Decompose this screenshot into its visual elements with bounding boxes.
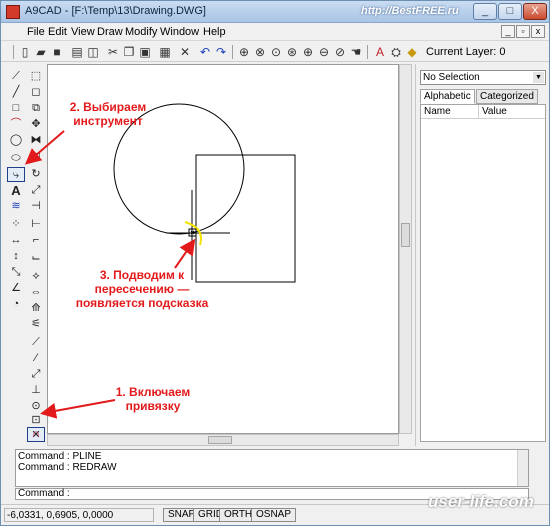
annotation-step-3: 3. Подводим к пересечению — появляется п… [75,268,209,310]
annotation-step-2: 2. Выбираем инструмент [69,100,147,128]
annotation-arrow-intersection [174,238,196,269]
annotation-step-1: 1. Включаем привязку [115,385,191,413]
bottom-watermark: user-life.com [428,492,534,511]
drawn-rectangle [195,154,296,283]
drawing-overlay [24,103,296,419]
annotation-arrow-tool [24,130,65,165]
